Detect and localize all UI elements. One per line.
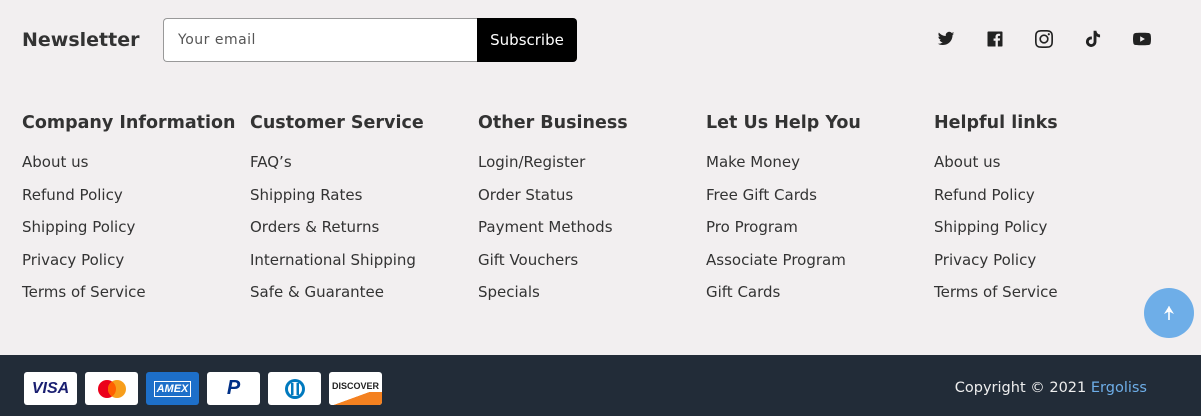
column-heading: Other Business <box>478 113 628 133</box>
newsletter-title: Newsletter <box>22 29 140 51</box>
footer-link-refund-policy[interactable]: Refund Policy <box>934 179 1162 212</box>
column-heading: Customer Service <box>250 113 424 133</box>
column-heading: Company Information <box>22 113 236 133</box>
footer-link-terms-of-service[interactable]: Terms of Service <box>22 276 250 309</box>
arrow-up-icon <box>1164 306 1174 320</box>
footer-column-helpful-links: Helpful links About us Refund Policy Shi… <box>934 110 1162 309</box>
copyright-text: Copyright © 2021 Ergoliss <box>954 380 1147 396</box>
footer-columns: Company Information About us Refund Poli… <box>22 110 1162 309</box>
footer-link-order-status[interactable]: Order Status <box>478 179 706 212</box>
mastercard-card-icon <box>85 372 138 405</box>
footer-link-shipping-policy[interactable]: Shipping Policy <box>934 211 1162 244</box>
footer-link-gift-cards[interactable]: Gift Cards <box>706 276 934 309</box>
diners-club-card-icon <box>268 372 321 405</box>
footer-link-pro-program[interactable]: Pro Program <box>706 211 934 244</box>
footer-link-refund-policy[interactable]: Refund Policy <box>22 179 250 212</box>
footer-link-privacy-policy[interactable]: Privacy Policy <box>22 244 250 277</box>
newsletter-section: Newsletter Subscribe <box>22 18 577 62</box>
footer-column-customer-service: Customer Service FAQ’s Shipping Rates Or… <box>250 110 478 309</box>
footer-link-associate-program[interactable]: Associate Program <box>706 244 934 277</box>
subscribe-button[interactable]: Subscribe <box>477 18 577 62</box>
footer-link-safe-guarantee[interactable]: Safe & Guarantee <box>250 276 478 309</box>
social-links <box>935 28 1153 50</box>
footer-link-specials[interactable]: Specials <box>478 276 706 309</box>
footer-link-payment-methods[interactable]: Payment Methods <box>478 211 706 244</box>
footer-column-other-business: Other Business Login/Register Order Stat… <box>478 110 706 309</box>
footer-column-company-information: Company Information About us Refund Poli… <box>22 110 250 309</box>
footer-link-gift-vouchers[interactable]: Gift Vouchers <box>478 244 706 277</box>
footer-link-international-shipping[interactable]: International Shipping <box>250 244 478 277</box>
footer-link-terms-of-service[interactable]: Terms of Service <box>934 276 1162 309</box>
footer-link-login-register[interactable]: Login/Register <box>478 146 706 179</box>
column-heading: Helpful links <box>934 113 1058 133</box>
discover-card-icon: DISCOVER <box>329 372 382 405</box>
facebook-icon[interactable] <box>984 28 1006 50</box>
footer-link-shipping-rates[interactable]: Shipping Rates <box>250 179 478 212</box>
payment-cards: VISA AMEX P DISCOVER <box>24 372 382 405</box>
tiktok-icon[interactable] <box>1082 28 1104 50</box>
footer-link-free-gift-cards[interactable]: Free Gift Cards <box>706 179 934 212</box>
footer-link-make-money[interactable]: Make Money <box>706 146 934 179</box>
paypal-card-icon: P <box>207 372 260 405</box>
newsletter-form: Subscribe <box>163 18 577 62</box>
back-to-top-button[interactable] <box>1144 288 1194 338</box>
footer-link-orders-returns[interactable]: Orders & Returns <box>250 211 478 244</box>
youtube-icon[interactable] <box>1131 28 1153 50</box>
email-input[interactable] <box>163 18 477 62</box>
amex-card-icon: AMEX <box>146 372 199 405</box>
brand-link[interactable]: Ergoliss <box>1091 380 1147 396</box>
instagram-icon[interactable] <box>1033 28 1055 50</box>
footer-link-faqs[interactable]: FAQ’s <box>250 146 478 179</box>
column-heading: Let Us Help You <box>706 113 861 133</box>
twitter-icon[interactable] <box>935 28 957 50</box>
footer-link-about-us[interactable]: About us <box>934 146 1162 179</box>
footer-column-let-us-help-you: Let Us Help You Make Money Free Gift Car… <box>706 110 934 309</box>
footer-link-privacy-policy[interactable]: Privacy Policy <box>934 244 1162 277</box>
footer-link-shipping-policy[interactable]: Shipping Policy <box>22 211 250 244</box>
footer-link-about-us[interactable]: About us <box>22 146 250 179</box>
bottom-bar: VISA AMEX P DISCOVER Copyright © 2021 Er… <box>0 355 1201 416</box>
visa-card-icon: VISA <box>24 372 77 405</box>
